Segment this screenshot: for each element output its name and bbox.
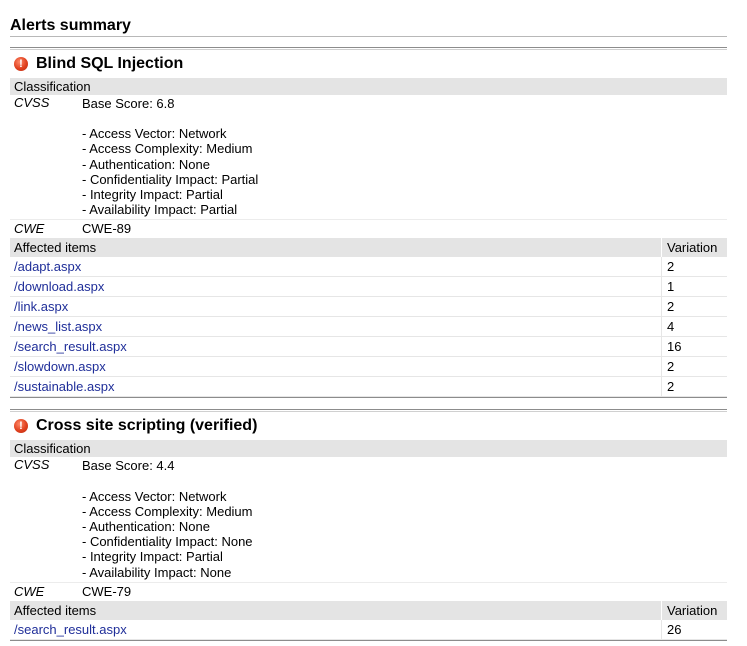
variation-label: Variation	[661, 600, 727, 620]
variation-count: 2	[661, 257, 727, 277]
variation-count: 26	[661, 619, 727, 639]
cvss-value: Base Score: 4.4 - Access Vector: Network…	[82, 457, 727, 581]
table-row: /news_list.aspx 4	[10, 317, 727, 338]
table-row: /link.aspx 2	[10, 297, 727, 318]
alert-header: ! Blind SQL Injection	[10, 49, 727, 78]
alerts-summary-title: Alerts summary	[10, 17, 131, 34]
table-row: /search_result.aspx 16	[10, 337, 727, 358]
cvss-metric: - Confidentiality Impact: None	[82, 534, 253, 550]
affected-item-link[interactable]: /adapt.aspx	[10, 257, 661, 276]
affected-item-link[interactable]: /link.aspx	[10, 297, 661, 316]
variation-label: Variation	[661, 238, 727, 258]
alert-bottom-divider	[10, 397, 727, 399]
table-row: /slowdown.aspx 2	[10, 357, 727, 378]
table-row: /download.aspx 1	[10, 277, 727, 298]
cvss-metric: - Integrity Impact: Partial	[82, 187, 223, 203]
cwe-label: CWE	[14, 583, 45, 599]
affected-items-label: Affected items	[14, 602, 97, 618]
cvss-metric: - Access Complexity: Medium	[82, 141, 253, 157]
cvss-metric: - Authentication: None	[82, 519, 210, 535]
affected-item-link[interactable]: /download.aspx	[10, 277, 661, 296]
cvss-metric: - Availability Impact: Partial	[82, 202, 238, 218]
affected-items-header: Affected items Variation	[10, 600, 727, 620]
affected-item-link[interactable]: /sustainable.aspx	[10, 377, 661, 396]
cvss-row: CVSS Base Score: 6.8 - Access Vector: Ne…	[10, 95, 727, 221]
variation-count: 2	[661, 297, 727, 317]
cwe-row: CWE CWE-79	[10, 583, 727, 601]
table-row: /search_result.aspx 26	[10, 619, 727, 640]
cwe-label: CWE	[14, 221, 45, 237]
table-row: /sustainable.aspx 2	[10, 377, 727, 398]
table-row: /adapt.aspx 2	[10, 257, 727, 278]
affected-item-link[interactable]: /slowdown.aspx	[10, 357, 661, 376]
cvss-metric: - Availability Impact: None	[82, 564, 232, 580]
alert-section-blind-sql-injection: ! Blind SQL Injection Classification CVS…	[10, 47, 727, 399]
title-divider	[10, 36, 727, 37]
alert-bottom-divider	[10, 639, 727, 641]
variation-count: 2	[661, 357, 727, 377]
affected-item-link[interactable]: /search_result.aspx	[10, 620, 661, 639]
classification-header: Classification	[10, 440, 727, 458]
report-page: Alerts summary ! Blind SQL Injection Cla…	[0, 0, 747, 641]
classification-header: Classification	[10, 78, 727, 95]
cvss-row: CVSS Base Score: 4.4 - Access Vector: Ne…	[10, 457, 727, 583]
variation-count: 1	[661, 277, 727, 297]
alert-title: Cross site scripting (verified)	[36, 417, 258, 435]
cvss-label: CVSS	[14, 457, 50, 473]
alert-section-cross-site-scripting: ! Cross site scripting (verified) Classi…	[10, 409, 727, 641]
cvss-metric: - Confidentiality Impact: Partial	[82, 171, 259, 187]
cvss-metric: - Access Vector: Network	[82, 488, 227, 504]
affected-items-label: Affected items	[14, 240, 97, 256]
cvss-metric: - Authentication: None	[82, 156, 210, 172]
cvss-value: Base Score: 6.8 - Access Vector: Network…	[82, 95, 727, 219]
variation-count: 4	[661, 317, 727, 337]
cvss-metric: - Access Complexity: Medium	[82, 503, 253, 519]
cvss-metric: - Access Vector: Network	[82, 126, 227, 142]
affected-items-header: Affected items Variation	[10, 238, 727, 258]
base-score: Base Score: 4.4	[82, 458, 175, 474]
cvss-label: CVSS	[14, 95, 50, 110]
alert-error-icon: !	[14, 57, 28, 71]
base-score: Base Score: 6.8	[82, 96, 175, 111]
variation-count: 16	[661, 337, 727, 357]
cvss-metric: - Integrity Impact: Partial	[82, 549, 223, 565]
cwe-row: CWE CWE-89	[10, 220, 727, 238]
cwe-value: CWE-79	[82, 583, 132, 599]
cwe-value: CWE-89	[82, 221, 132, 237]
variation-count: 2	[661, 377, 727, 397]
affected-item-link[interactable]: /search_result.aspx	[10, 337, 661, 356]
alert-title: Blind SQL Injection	[36, 55, 184, 72]
alert-header: ! Cross site scripting (verified)	[10, 411, 727, 440]
affected-item-link[interactable]: /news_list.aspx	[10, 317, 661, 336]
alert-error-icon: !	[14, 419, 28, 434]
